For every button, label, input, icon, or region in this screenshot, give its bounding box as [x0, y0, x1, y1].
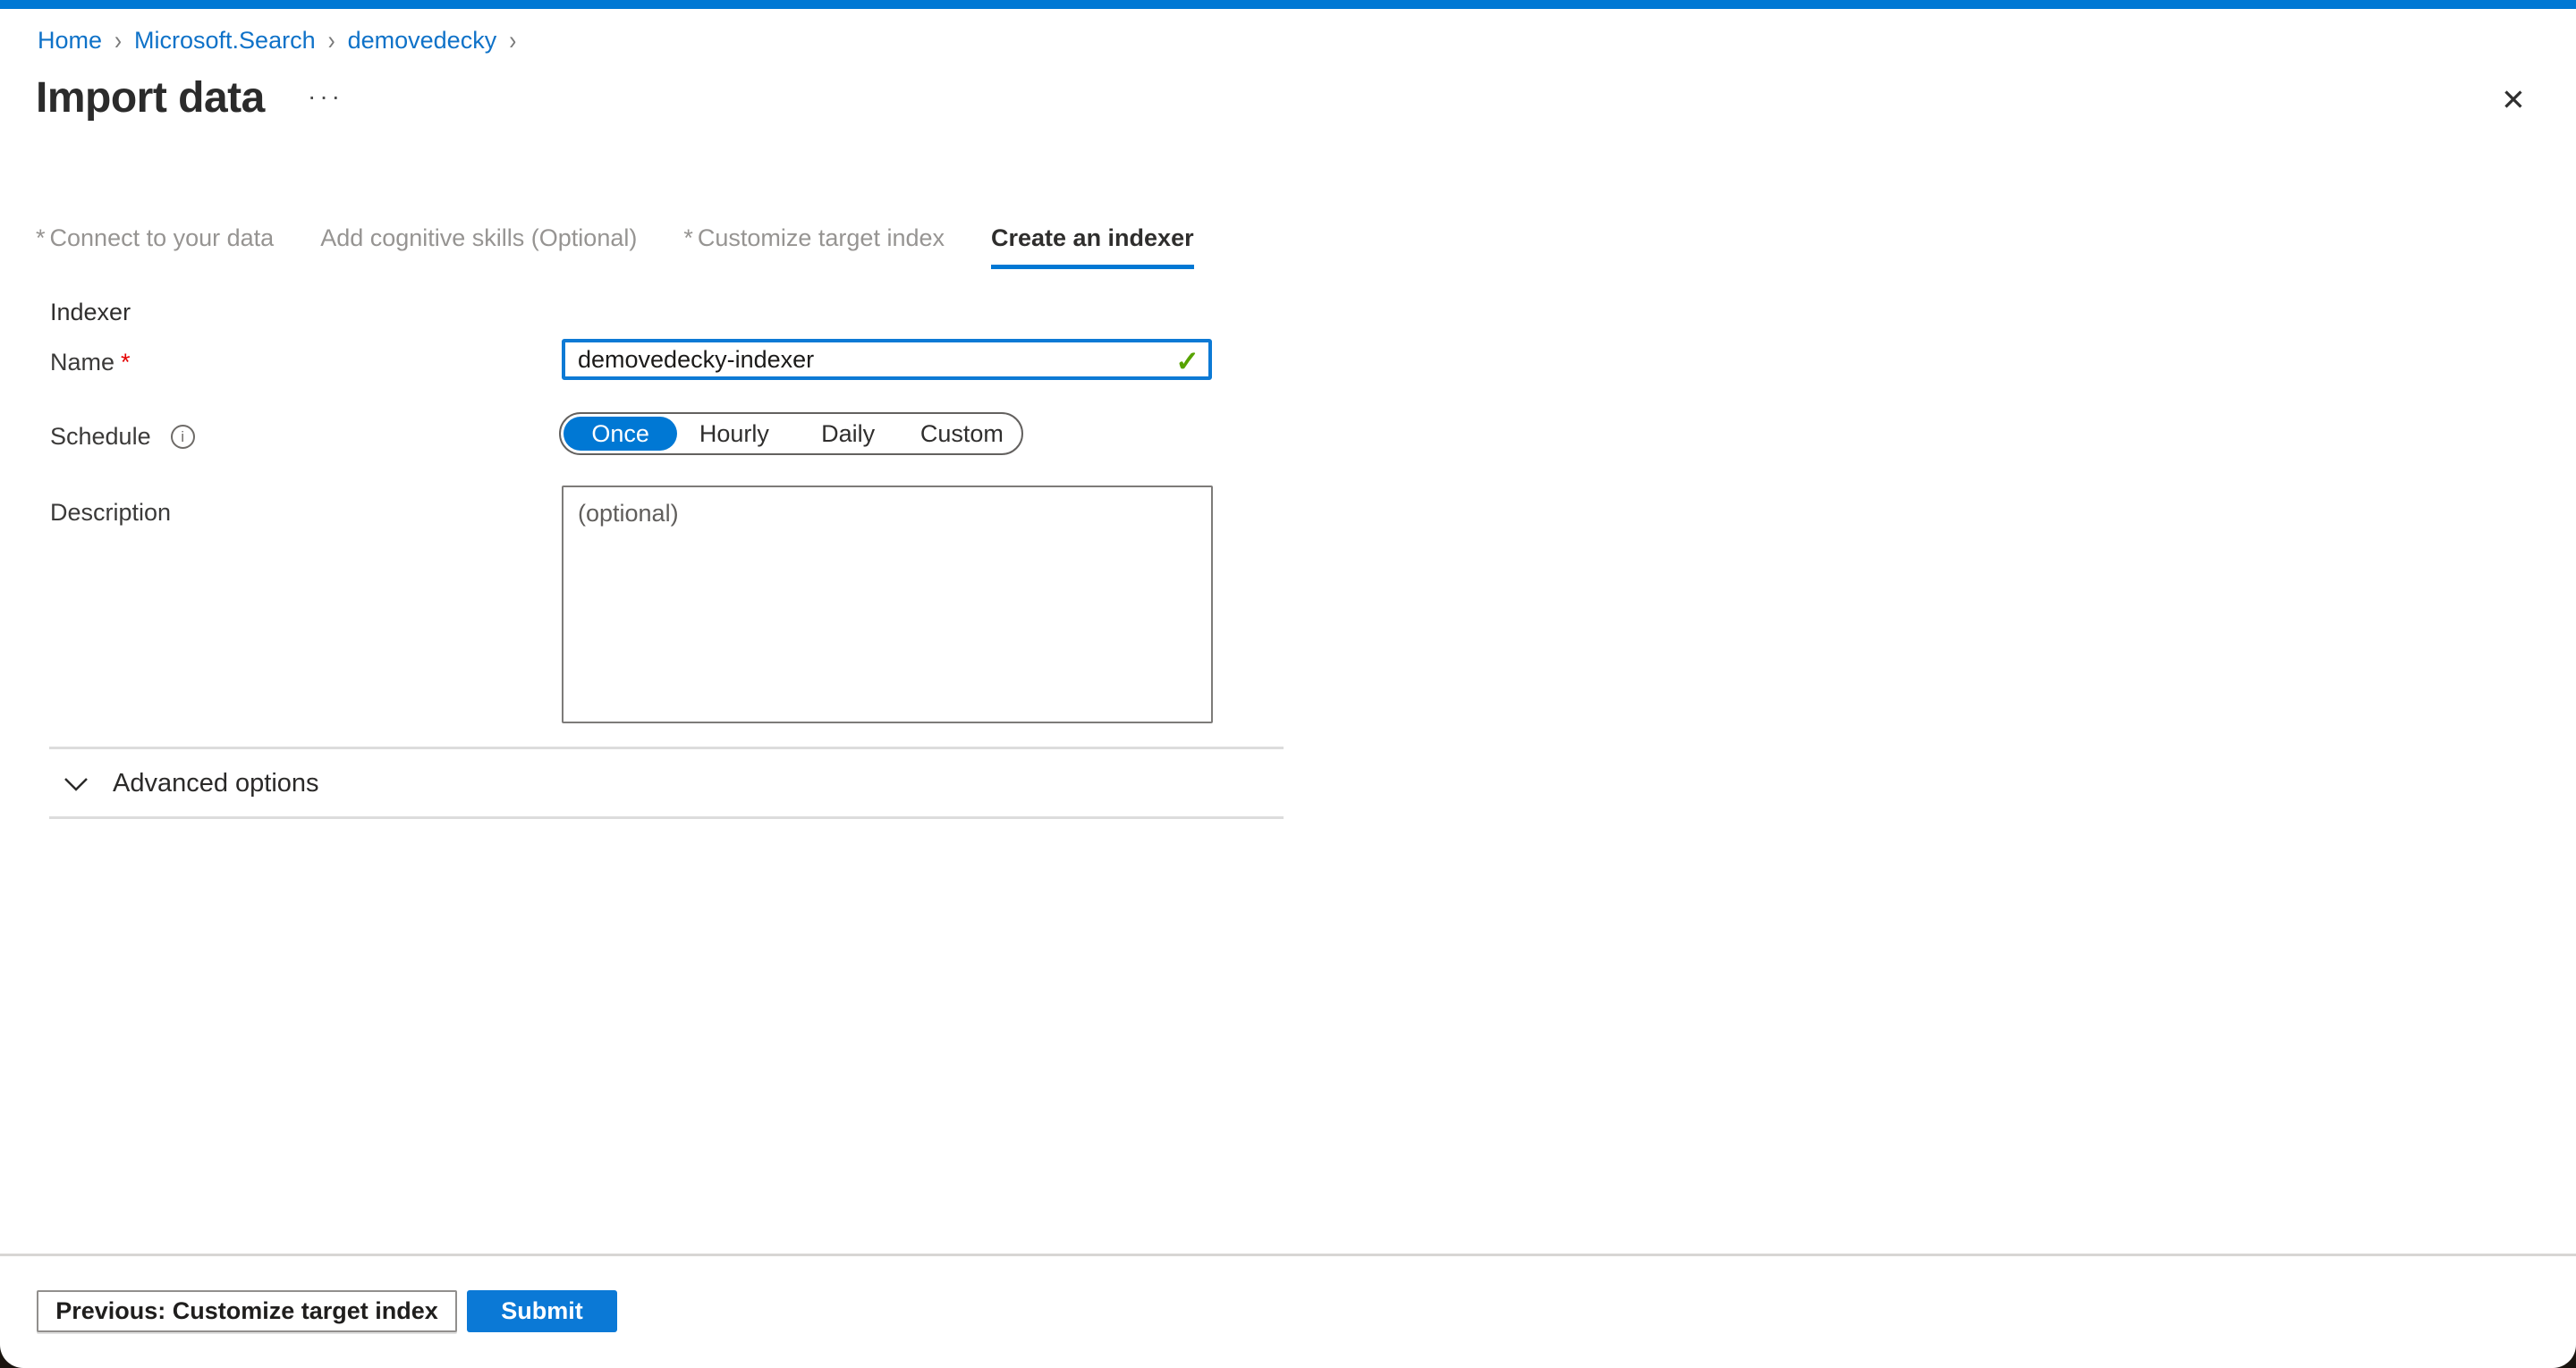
breadcrumb-demovedecky-link[interactable]: demovedecky: [348, 27, 497, 55]
tab-add-cognitive-skills[interactable]: Add cognitive skills (Optional): [320, 224, 637, 269]
close-icon[interactable]: ✕: [2494, 80, 2533, 120]
schedule-option-hourly[interactable]: Hourly: [677, 417, 791, 451]
chevron-down-icon: [63, 776, 89, 792]
name-label-text: Name: [50, 349, 114, 376]
tab-label: Add cognitive skills (Optional): [320, 224, 637, 251]
required-tab-marker: *: [36, 224, 46, 251]
schedule-option-custom[interactable]: Custom: [905, 417, 1019, 451]
schedule-label-text: Schedule: [50, 423, 151, 451]
tab-label: Connect to your data: [50, 224, 275, 251]
tab-connect-to-your-data[interactable]: *Connect to your data: [36, 224, 274, 269]
wizard-tabs: *Connect to your data Add cognitive skil…: [36, 224, 1194, 269]
breadcrumb-home-link[interactable]: Home: [38, 27, 102, 55]
info-icon[interactable]: i: [171, 425, 195, 449]
breadcrumb-separator-icon: ›: [509, 25, 516, 56]
breadcrumb-separator-icon: ›: [328, 25, 335, 56]
tab-label: Create an indexer: [991, 224, 1194, 251]
description-field-label: Description: [50, 499, 171, 527]
advanced-options-label: Advanced options: [113, 769, 319, 798]
tab-label: Customize target index: [698, 224, 945, 251]
more-options-button[interactable]: ···: [308, 82, 343, 111]
submit-button[interactable]: Submit: [467, 1290, 617, 1332]
tab-create-an-indexer[interactable]: Create an indexer: [991, 224, 1194, 269]
schedule-option-once[interactable]: Once: [564, 417, 677, 451]
breadcrumb: Home › Microsoft.Search › demovedecky ›: [38, 27, 516, 55]
previous-step-button[interactable]: Previous: Customize target index: [37, 1290, 457, 1332]
name-input-wrapper: ✓: [562, 339, 1212, 380]
indexer-section-label: Indexer: [50, 299, 131, 326]
azure-accent-bar: [0, 0, 2576, 9]
advanced-options-toggle[interactable]: Advanced options: [63, 769, 319, 798]
divider: [49, 747, 1284, 749]
schedule-segmented-control: Once Hourly Daily Custom: [559, 412, 1023, 455]
schedule-field-label: Schedule i: [50, 423, 195, 451]
tab-customize-target-index[interactable]: *Customize target index: [683, 224, 945, 269]
divider: [49, 816, 1284, 819]
breadcrumb-separator-icon: ›: [114, 25, 122, 56]
import-data-panel: Home › Microsoft.Search › demovedecky › …: [0, 0, 2576, 1368]
schedule-option-daily[interactable]: Daily: [792, 417, 905, 451]
name-field-label: Name *: [50, 349, 131, 376]
footer-divider: [0, 1254, 2576, 1256]
page-title: Import data: [36, 73, 265, 122]
description-textarea[interactable]: [562, 486, 1213, 723]
indexer-name-input[interactable]: [562, 339, 1212, 380]
required-tab-marker: *: [683, 224, 693, 251]
breadcrumb-microsoft-search-link[interactable]: Microsoft.Search: [134, 27, 316, 55]
required-marker: *: [121, 349, 131, 376]
